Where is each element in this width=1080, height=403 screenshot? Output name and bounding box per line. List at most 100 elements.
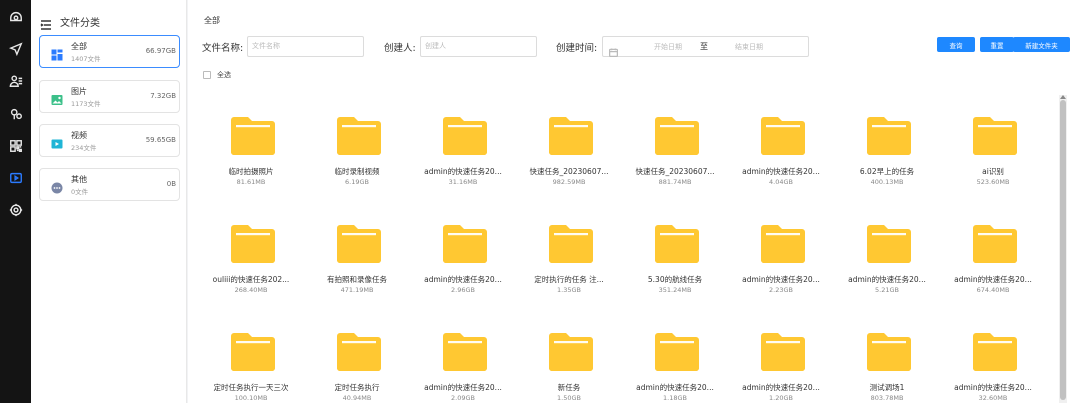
folder-icon bbox=[867, 225, 911, 263]
folder-item[interactable]: admin的快速任务20... 31.16MB bbox=[418, 117, 508, 197]
category-name: 视频 bbox=[71, 131, 87, 140]
category-count: 0文件 bbox=[71, 188, 89, 196]
location-icon[interactable] bbox=[8, 106, 23, 121]
send-icon[interactable] bbox=[8, 41, 23, 56]
category-name: 图片 bbox=[71, 87, 87, 96]
category-header: 文件分类 bbox=[40, 14, 100, 30]
folder-name: admin的快速任务20... bbox=[742, 167, 820, 176]
folder-name: admin的快速任务20... bbox=[848, 275, 926, 284]
file-grid: 临时拍摄照片 81.61MB 临时录制视频 6.19GB admin的快速任务20...… bbox=[188, 0, 1058, 403]
folder-icon bbox=[973, 225, 1017, 263]
folder-item[interactable]: 临时录制视频 6.19GB bbox=[312, 117, 402, 197]
category-panel: 文件分类 全部 1407文件 66.97GB 图片 1173文件 7.32GB … bbox=[31, 0, 187, 403]
folder-icon bbox=[973, 117, 1017, 155]
folder-size: 4.04GB bbox=[769, 178, 793, 186]
video-icon bbox=[51, 135, 63, 149]
folder-item[interactable]: 测试调场1 803.78MB bbox=[842, 333, 932, 403]
folder-size: 31.16MB bbox=[448, 178, 478, 186]
folder-item[interactable]: admin的快速任务20... 2.09GB bbox=[418, 333, 508, 403]
folder-size: 523.60MB bbox=[976, 178, 1010, 186]
folder-name: 6.02早上的任务 bbox=[859, 167, 915, 176]
category-size: 0B bbox=[166, 180, 176, 188]
category-all[interactable]: 全部 1407文件 66.97GB bbox=[39, 35, 180, 68]
folder-name: 快速任务_20230607... bbox=[635, 167, 715, 176]
folder-name: 临时录制视频 bbox=[334, 167, 380, 176]
folder-size: 803.78MB bbox=[870, 394, 904, 402]
folder-name: admin的快速任务20... bbox=[636, 383, 714, 392]
folder-item[interactable]: 有拍照和录像任务 471.19MB bbox=[312, 225, 402, 305]
category-name: 其他 bbox=[71, 175, 87, 184]
category-videos[interactable]: 视频 234文件 59.65GB bbox=[39, 124, 180, 157]
folder-item[interactable]: admin的快速任务20... 2.96GB bbox=[418, 225, 508, 305]
folder-item[interactable]: 快速任务_20230607... 881.74MB bbox=[630, 117, 720, 197]
category-size: 66.97GB bbox=[145, 47, 176, 55]
folder-size: 100.10MB bbox=[234, 394, 268, 402]
gear-icon[interactable] bbox=[8, 202, 23, 217]
folder-name: admin的快速任务20... bbox=[954, 383, 1032, 392]
folder-icon bbox=[443, 117, 487, 155]
folder-size: 400.13MB bbox=[870, 178, 904, 186]
user-card-icon[interactable] bbox=[8, 73, 23, 88]
folder-size: 81.61MB bbox=[236, 178, 266, 186]
video-folder-icon[interactable] bbox=[8, 170, 23, 185]
folder-item[interactable]: admin的快速任务20... 5.21GB bbox=[842, 225, 932, 305]
folder-icon bbox=[867, 117, 911, 155]
folder-icon bbox=[443, 225, 487, 263]
camera-icon[interactable] bbox=[8, 9, 23, 24]
grid-icon bbox=[51, 46, 63, 61]
folder-size: 268.40MB bbox=[234, 286, 268, 294]
folder-item[interactable]: admin的快速任务20... 1.18GB bbox=[630, 333, 720, 403]
folder-name: admin的快速任务20... bbox=[954, 275, 1032, 284]
folder-size: 881.74MB bbox=[658, 178, 692, 186]
folder-size: 2.09GB bbox=[451, 394, 475, 402]
folder-size: 2.96GB bbox=[451, 286, 475, 294]
scrollbar-thumb[interactable] bbox=[1060, 100, 1066, 400]
scroll-up-arrow[interactable] bbox=[1060, 95, 1066, 99]
folder-name: ouliii的快速任务202... bbox=[212, 275, 290, 284]
app-root: 文件分类 全部 1407文件 66.97GB 图片 1173文件 7.32GB … bbox=[0, 0, 1080, 403]
folder-item[interactable]: 5.30的航线任务 351.24MB bbox=[630, 225, 720, 305]
more-icon bbox=[51, 179, 63, 194]
folder-name: 定时执行的任务 注... bbox=[534, 275, 604, 284]
folder-icon bbox=[761, 117, 805, 155]
folder-item[interactable]: ai识别 523.60MB bbox=[948, 117, 1038, 197]
folder-item[interactable]: 临时拍摄照片 81.61MB bbox=[206, 117, 296, 197]
folder-size: 40.94MB bbox=[342, 394, 372, 402]
folder-item[interactable]: ouliii的快速任务202... 268.40MB bbox=[206, 225, 296, 305]
folder-item[interactable]: admin的快速任务20... 2.23GB bbox=[736, 225, 826, 305]
folder-item[interactable]: 快速任务_20230607... 982.59MB bbox=[524, 117, 614, 197]
folder-name: 临时拍摄照片 bbox=[228, 167, 274, 176]
folder-size: 351.24MB bbox=[658, 286, 692, 294]
folder-item[interactable]: admin的快速任务20... 32.60MB bbox=[948, 333, 1038, 403]
qr-code-icon[interactable] bbox=[8, 138, 23, 153]
folder-icon bbox=[867, 333, 911, 371]
folder-size: 674.40MB bbox=[976, 286, 1010, 294]
folder-icon bbox=[655, 225, 699, 263]
folder-item[interactable]: 定时任务执行 40.94MB bbox=[312, 333, 402, 403]
folder-item[interactable]: 6.02早上的任务 400.13MB bbox=[842, 117, 932, 197]
folder-item[interactable]: 定时执行的任务 注... 1.35GB bbox=[524, 225, 614, 305]
folder-item[interactable]: 新任务 1.50GB bbox=[524, 333, 614, 403]
nav-rail bbox=[0, 0, 31, 403]
folder-size: 32.60MB bbox=[978, 394, 1008, 402]
category-size: 59.65GB bbox=[145, 136, 176, 144]
folder-name: admin的快速任务20... bbox=[742, 383, 820, 392]
folder-size: 5.21GB bbox=[875, 286, 899, 294]
folder-item[interactable]: admin的快速任务20... 1.20GB bbox=[736, 333, 826, 403]
scrollbar[interactable] bbox=[1059, 95, 1067, 403]
folder-item[interactable]: 定时任务执行一天三次 100.10MB bbox=[206, 333, 296, 403]
category-title: 文件分类 bbox=[60, 18, 100, 29]
image-icon bbox=[51, 91, 63, 105]
folder-name: admin的快速任务20... bbox=[424, 167, 502, 176]
folder-name: 定时任务执行一天三次 bbox=[213, 383, 289, 392]
folder-name: 有拍照和录像任务 bbox=[327, 275, 387, 284]
category-other[interactable]: 其他 0文件 0B bbox=[39, 168, 180, 201]
list-menu-icon[interactable] bbox=[40, 16, 52, 30]
folder-item[interactable]: admin的快速任务20... 674.40MB bbox=[948, 225, 1038, 305]
folder-name: ai识别 bbox=[982, 167, 1004, 176]
category-images[interactable]: 图片 1173文件 7.32GB bbox=[39, 80, 180, 113]
category-size: 7.32GB bbox=[150, 92, 176, 100]
folder-icon bbox=[337, 117, 381, 155]
folder-item[interactable]: admin的快速任务20... 4.04GB bbox=[736, 117, 826, 197]
folder-icon bbox=[443, 333, 487, 371]
